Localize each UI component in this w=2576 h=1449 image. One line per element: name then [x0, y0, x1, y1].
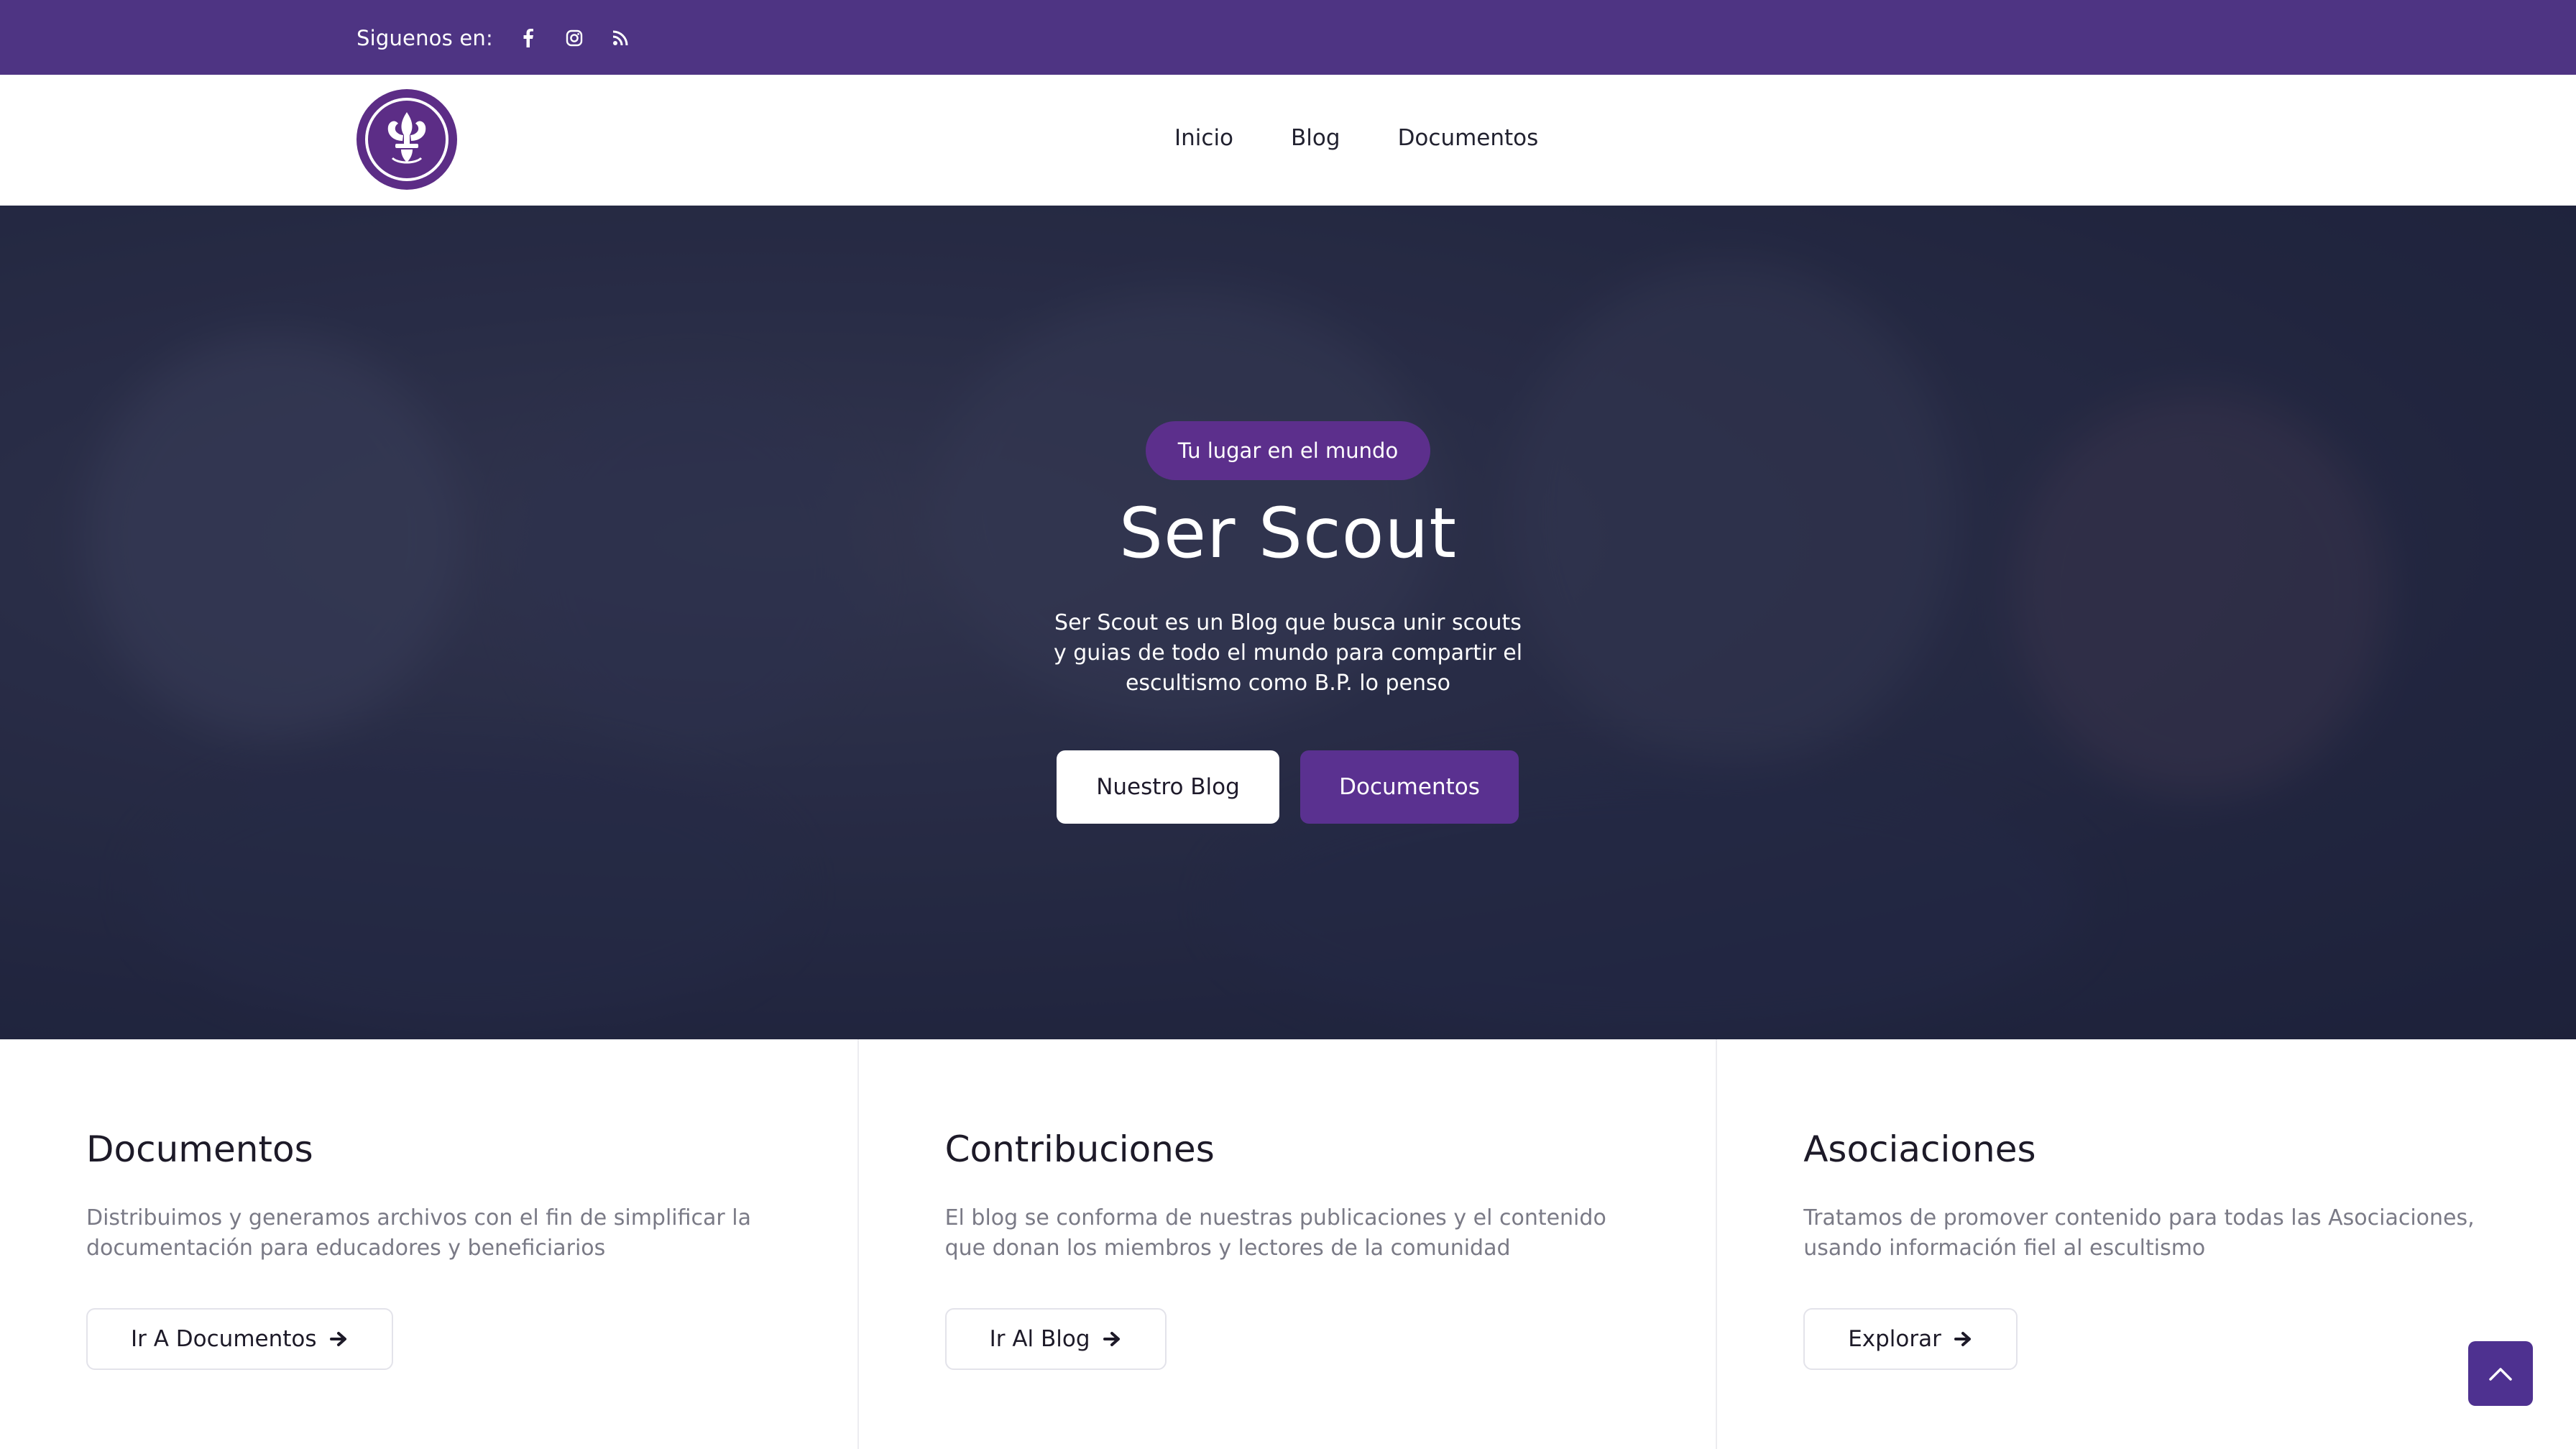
button-label: Explorar [1848, 1326, 1941, 1352]
nav-item-documentos[interactable]: Documentos [1398, 125, 1539, 151]
nuestro-blog-button[interactable]: Nuestro Blog [1057, 750, 1279, 824]
feature-text: El blog se conforma de nuestras publicac… [944, 1205, 1606, 1261]
hero-content: Tu lugar en el mundo Ser Scout Ser Scout… [0, 206, 2576, 1039]
hero-tagline-badge: Tu lugar en el mundo [1146, 421, 1430, 480]
back-to-top-button[interactable] [2468, 1341, 2533, 1406]
feature-documentos: Documentos Distribuimos y generamos arch… [0, 1039, 859, 1449]
ir-al-blog-button[interactable]: Ir Al Blog [944, 1308, 1167, 1370]
scout-logo[interactable] [356, 89, 457, 190]
chevron-up-icon [2489, 1368, 2512, 1381]
instagram-icon[interactable] [564, 27, 585, 49]
arrow-right-icon [1103, 1332, 1120, 1346]
hero-section: Tu lugar en el mundo Ser Scout Ser Scout… [0, 206, 2576, 1039]
feature-text: Tratamos de promover contenido para toda… [1803, 1205, 2475, 1261]
explorar-button[interactable]: Explorar [1803, 1308, 2018, 1370]
documentos-button[interactable]: Documentos [1300, 750, 1519, 824]
feature-text: Distribuimos y generamos archivos con el… [86, 1205, 752, 1261]
feature-title: Asociaciones [1803, 1128, 2036, 1170]
logo-ring [365, 98, 448, 181]
social-links: Siguenos en: [356, 26, 631, 50]
nav-item-blog[interactable]: Blog [1291, 125, 1340, 151]
main-navbar: Inicio Blog Documentos [0, 75, 2576, 206]
rss-icon[interactable] [610, 27, 631, 49]
top-bar: Siguenos en: [0, 0, 2576, 75]
feature-title: Contribuciones [944, 1128, 1215, 1170]
button-label: Ir Al Blog [989, 1326, 1090, 1352]
arrow-right-icon [329, 1332, 346, 1346]
ir-a-documentos-button[interactable]: Ir A Documentos [86, 1308, 393, 1370]
features-section: Documentos Distribuimos y generamos arch… [0, 1039, 2576, 1449]
feature-title: Documentos [86, 1128, 313, 1170]
follow-label: Siguenos en: [356, 26, 493, 50]
nav-item-inicio[interactable]: Inicio [1174, 125, 1233, 151]
button-label: Ir A Documentos [131, 1326, 317, 1352]
fleur-de-lis-icon [387, 112, 426, 164]
facebook-icon[interactable] [518, 27, 539, 49]
feature-asociaciones: Asociaciones Tratamos de promover conten… [1717, 1039, 2576, 1449]
feature-contribuciones: Contribuciones El blog se conforma de nu… [859, 1039, 1718, 1449]
arrow-right-icon [1954, 1332, 1971, 1346]
hero-description: Ser Scout es un Blog que busca unir scou… [1053, 610, 1523, 696]
main-nav: Inicio Blog Documentos [1174, 125, 1538, 151]
hero-title: Ser Scout [1119, 493, 1457, 574]
